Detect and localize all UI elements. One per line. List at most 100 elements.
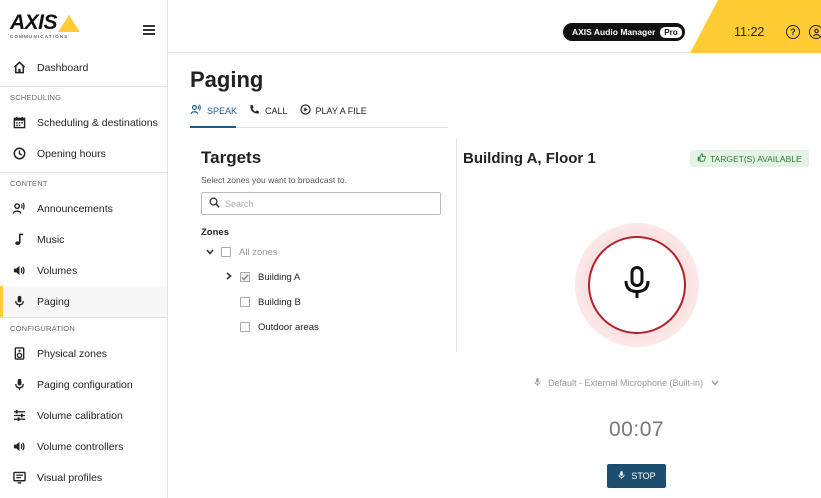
sidebar-item-music[interactable]: Music [0,224,167,255]
announcement-icon [11,201,27,217]
microphone-icon [533,377,542,389]
music-note-icon [11,232,27,248]
building-a-checkbox[interactable] [240,272,250,282]
calendar-icon [11,115,27,131]
sidebar-item-scheduling-destinations[interactable]: Scheduling & destinations [0,107,167,138]
broadcast-timer: 00:07 [609,418,665,441]
microphone-icon [11,377,27,393]
sidebar-item-label: Paging configuration [37,378,133,391]
product-name: AXIS Audio Manager [572,27,656,37]
zones-label: Zones [201,227,229,238]
search-icon [209,197,220,211]
sidebar-item-label: Announcements [37,202,113,215]
tree-label-outdoor-areas: Outdoor areas [258,321,319,333]
sidebar-item-label: Paging [37,295,70,308]
tree-label-building-b: Building B [258,296,301,308]
speak-icon [190,104,202,118]
play-circle-icon [299,104,311,118]
broadcast-target-title: Building A, Floor 1 [463,150,596,167]
tab-label: CALL [265,106,288,116]
sidebar-item-label: Music [37,233,65,246]
speaker-icon [11,263,27,279]
sidebar-item-dashboard[interactable]: Dashboard [0,52,167,83]
targets-subtitle: Select zones you want to broadcast to. [201,175,348,185]
tree-row-building-a: Building A [224,271,300,283]
user-account-icon[interactable] [809,25,821,39]
sidebar-item-label: Scheduling & destinations [37,116,158,129]
targets-title: Targets [201,148,262,167]
building-b-checkbox[interactable] [240,297,250,307]
active-tab-indicator [190,126,236,128]
section-label-content: CONTENT [10,178,48,188]
sidebar-item-announcements[interactable]: Announcements [0,193,167,224]
axis-logo[interactable]: AXIS COMMUNICATIONS [10,11,81,39]
logo-subtext: COMMUNICATIONS [10,34,69,39]
chevron-down-icon [711,379,719,388]
clock-time: 11:22 [734,25,765,39]
sidebar-item-label: Volume calibration [37,409,123,422]
sidebar-item-paging-configuration[interactable]: Paging configuration [0,369,167,400]
tree-label-all-zones: All zones [239,246,278,258]
product-tier-badge: Pro [660,26,682,38]
all-zones-checkbox[interactable] [221,247,231,257]
targets-available-badge: TARGET(S) AVAILABLE [690,150,809,167]
microphone-icon [11,294,27,310]
sidebar-item-label: Physical zones [37,347,108,360]
sidebar-item-label: Volumes [37,264,78,277]
help-icon[interactable]: ? [786,25,800,39]
sidebar-item-volumes[interactable]: Volumes [0,255,167,286]
sidebar-item-label: Opening hours [37,147,106,160]
speaker-device-icon [11,346,27,362]
menu-toggle-icon[interactable] [143,25,155,35]
tree-label-building-a: Building A [258,271,301,283]
sidebar-item-visual-profiles[interactable]: Visual profiles [0,462,167,493]
sidebar-item-opening-hours[interactable]: Opening hours [0,138,167,169]
search-placeholder: Search [225,198,254,209]
sidebar-item-volume-controllers[interactable]: Volume controllers [0,431,167,462]
paging-tabs: SPEAK CALL PLAY A FILE [190,104,379,118]
clock-icon [11,146,27,162]
microphone-source-label: Default - External Microphone (Built-in) [548,378,704,388]
outdoor-areas-checkbox[interactable] [240,322,250,332]
tab-label: SPEAK [207,106,238,116]
app-root: AXIS COMMUNICATIONS Dashboard SCHEDULING… [0,0,821,498]
display-icon [11,470,27,486]
sidebar-item-label: Dashboard [37,61,89,74]
tab-label: PLAY A FILE [315,106,367,116]
panel-divider [456,138,457,352]
stop-button[interactable]: STOP [607,464,666,488]
tab-play-file[interactable]: PLAY A FILE [299,104,367,118]
microphone-icon [617,470,626,483]
logo-text: AXIS [10,11,58,34]
tab-call[interactable]: CALL [249,104,288,118]
sidebar-item-label: Visual profiles [37,471,103,484]
speaker-icon [11,439,27,455]
stop-button-label: STOP [631,471,656,481]
chevron-right-icon[interactable] [224,272,234,282]
microphone-talk-button[interactable] [588,236,686,334]
product-badge[interactable]: AXIS Audio Manager Pro [563,23,685,41]
sidebar-item-physical-zones[interactable]: Physical zones [0,338,167,369]
thumbs-up-icon [697,153,706,164]
sidebar: AXIS COMMUNICATIONS Dashboard SCHEDULING… [0,0,168,498]
logo-row: AXIS COMMUNICATIONS [0,0,167,52]
logo-triangle-icon [58,15,81,32]
sidebar-item-volume-calibration[interactable]: Volume calibration [0,400,167,431]
sliders-icon [11,408,27,424]
tree-row-all-zones: All zones [205,246,278,258]
sidebar-item-paging[interactable]: Paging [0,286,167,317]
microphone-source-select[interactable]: Default - External Microphone (Built-in) [533,377,719,389]
tab-speak[interactable]: SPEAK [190,104,237,118]
section-label-scheduling: SCHEDULING [10,92,62,102]
page-title: Paging [190,67,264,92]
chevron-down-icon[interactable] [205,247,215,257]
phone-icon [249,104,260,118]
zone-search-input[interactable]: Search [201,192,441,215]
microphone-icon [622,265,652,305]
home-icon [11,60,27,76]
top-bar: AXIS Audio Manager Pro 11:22 ? [168,0,821,53]
tree-row-outdoor-areas: Outdoor areas [240,321,319,333]
tree-row-building-b: Building B [240,296,301,308]
sidebar-item-label: Volume controllers [37,440,124,453]
status-text: TARGET(S) AVAILABLE [710,153,802,164]
